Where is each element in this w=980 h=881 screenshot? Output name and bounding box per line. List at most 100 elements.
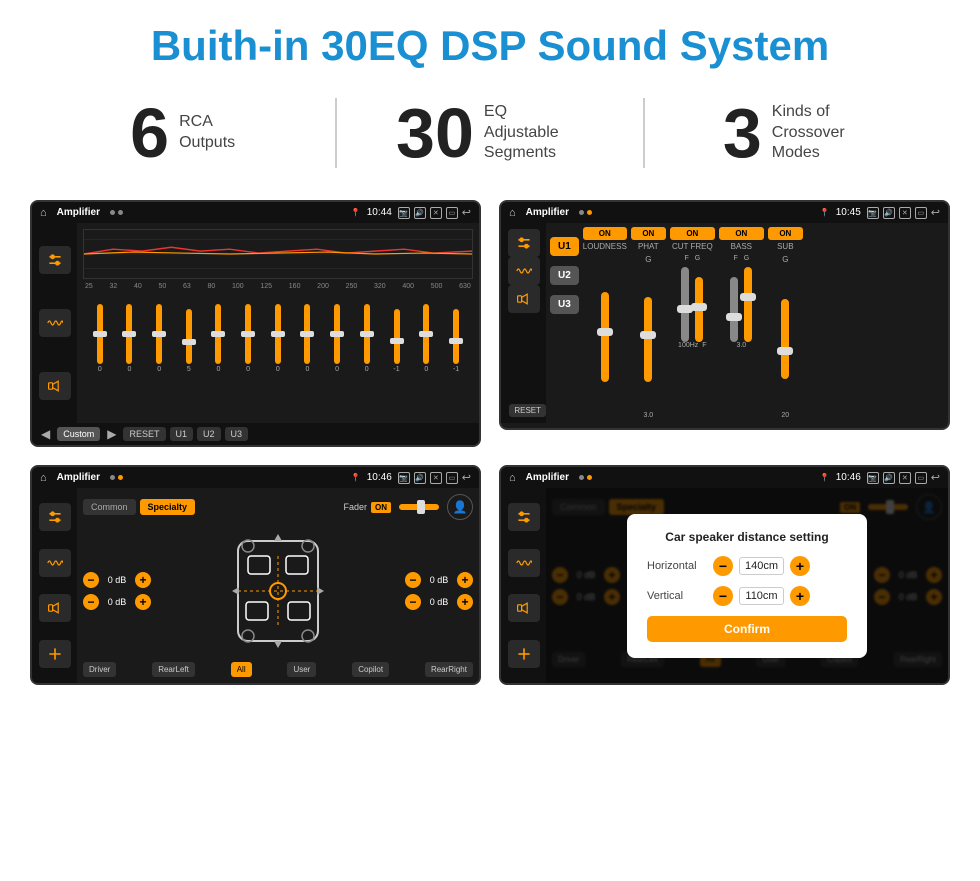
f-user-btn[interactable]: User [287,662,316,677]
f-db2-minus[interactable]: − [83,594,99,610]
cx-bass-on[interactable]: ON [719,227,764,240]
f-db1-plus[interactable]: + [135,572,151,588]
cx-sub-slider[interactable] [768,266,803,412]
eq-wave-btn[interactable] [39,309,71,337]
f-all-btn[interactable]: All [231,662,252,677]
f-back-icon[interactable]: ↩ [462,471,471,484]
d-sidebar [501,488,546,683]
f-copilot-btn[interactable]: Copilot [352,662,389,677]
f-main: Common Specialty Fader ON 👤 − [77,488,479,683]
f-window-icon: ▭ [446,472,458,484]
cx-filter-btn[interactable] [508,229,540,257]
d-back-icon[interactable]: ↩ [931,471,940,484]
f-rearright-btn[interactable]: RearRight [425,662,473,677]
d-volume-icon: 🔊 [883,472,895,484]
f-car-diagram [159,526,397,656]
cx-sub: ON SUB G 20 [768,227,803,419]
eq-speaker-btn[interactable] [39,372,71,400]
eq-slider-8[interactable]: 0 [334,304,340,373]
cx-loudness-slider[interactable] [583,255,627,419]
home-icon-cx[interactable]: ⌂ [509,207,516,219]
home-icon-f[interactable]: ⌂ [40,472,47,484]
eq-slider-4[interactable]: 0 [215,304,221,373]
f-left-controls: − 0 dB + − 0 dB + [83,572,151,610]
f-db3-plus[interactable]: + [457,572,473,588]
d-wave-btn[interactable] [508,549,540,577]
eq-slider-1[interactable]: 0 [126,304,132,373]
d-loc-icon: 📍 [820,473,830,482]
vertical-minus[interactable]: − [713,586,733,606]
f-speaker-btn[interactable] [39,594,71,622]
f-tab-common[interactable]: Common [83,499,136,515]
cx-loudness-on[interactable]: ON [583,227,627,240]
f-db3-minus[interactable]: − [405,572,421,588]
cx-phat-on[interactable]: ON [631,227,666,240]
stat-crossover: 3 Kinds of Crossover Modes [655,98,940,168]
cx-wave-btn[interactable] [508,257,540,285]
cx-back-icon[interactable]: ↩ [931,206,940,219]
eq-slider-10[interactable]: -1 [393,309,399,373]
eq-u3-btn[interactable]: U3 [225,427,249,441]
f-person-icon[interactable]: 👤 [447,494,473,520]
f-wave-btn[interactable] [39,549,71,577]
window-icon: ▭ [446,207,458,219]
eq-slider-0[interactable]: 0 [97,304,103,373]
eq-time: 10:44 [367,207,392,218]
f-filter-btn[interactable] [39,503,71,531]
vertical-value: 110cm [739,587,784,605]
cx-loudness: ON LOUDNESS [583,227,627,419]
eq-u1-btn[interactable]: U1 [170,427,194,441]
f-rearleft-btn[interactable]: RearLeft [152,662,195,677]
eq-slider-12[interactable]: -1 [453,309,459,373]
d-main: Common Specialty ON 👤 [546,488,948,683]
cx-status-icons: 📷 🔊 ✕ ▭ ↩ [867,206,940,219]
eq-slider-5[interactable]: 0 [245,304,251,373]
f-db4-val: 0 dB [425,597,453,607]
eq-sidebar [32,223,77,423]
eq-slider-3[interactable]: 5 [186,309,192,373]
eq-slider-2[interactable]: 0 [156,304,162,373]
page-title: Buith-in 30EQ DSP Sound System [20,22,960,70]
crossover-body: RESET U1 U2 U3 ON LOUDNESS [501,223,948,423]
home-icon-d[interactable]: ⌂ [509,472,516,484]
eq-title: Amplifier [57,207,100,218]
f-on-badge[interactable]: ON [371,502,391,513]
f-db2-plus[interactable]: + [135,594,151,610]
eq-slider-7[interactable]: 0 [304,304,310,373]
d-speaker-btn[interactable] [508,594,540,622]
d-arrows-btn[interactable] [508,640,540,668]
cx-phat-slider[interactable] [631,266,666,412]
eq-slider-11[interactable]: 0 [423,304,429,373]
horizontal-value: 140cm [739,557,784,575]
f-db4-minus[interactable]: − [405,594,421,610]
cx-u1-btn[interactable]: U1 [550,237,579,256]
d-filter-btn[interactable] [508,503,540,531]
horizontal-plus[interactable]: + [790,556,810,576]
f-driver-btn[interactable]: Driver [83,662,116,677]
f-db1-minus[interactable]: − [83,572,99,588]
cx-speaker-btn[interactable] [508,285,540,313]
f-db4-plus[interactable]: + [457,594,473,610]
eq-reset-btn[interactable]: RESET [123,427,165,441]
eq-slider-6[interactable]: 0 [275,304,281,373]
eq-slider-9[interactable]: 0 [364,304,370,373]
cx-reset-bottom[interactable]: RESET [509,404,546,417]
f-loc-icon: 📍 [351,473,361,482]
horizontal-minus[interactable]: − [713,556,733,576]
f-tab-specialty[interactable]: Specialty [140,499,196,515]
eq-u2-btn[interactable]: U2 [197,427,221,441]
home-icon[interactable]: ⌂ [40,207,47,219]
confirm-button[interactable]: Confirm [647,616,847,642]
cx-u2-btn[interactable]: U2 [550,266,579,285]
eq-prev-arrow[interactable]: ◀ [38,427,53,441]
cx-cutfreq-on[interactable]: ON [670,227,715,240]
stat-number-eq: 30 [396,98,474,168]
vertical-plus[interactable]: + [790,586,810,606]
f-arrows-btn[interactable] [39,640,71,668]
back-icon[interactable]: ↩ [462,206,471,219]
eq-filter-btn[interactable] [39,246,71,274]
vertical-label: Vertical [647,590,707,602]
eq-next-arrow[interactable]: ▶ [104,427,119,441]
cx-sub-on[interactable]: ON [768,227,803,240]
cx-u3-btn[interactable]: U3 [550,295,579,314]
